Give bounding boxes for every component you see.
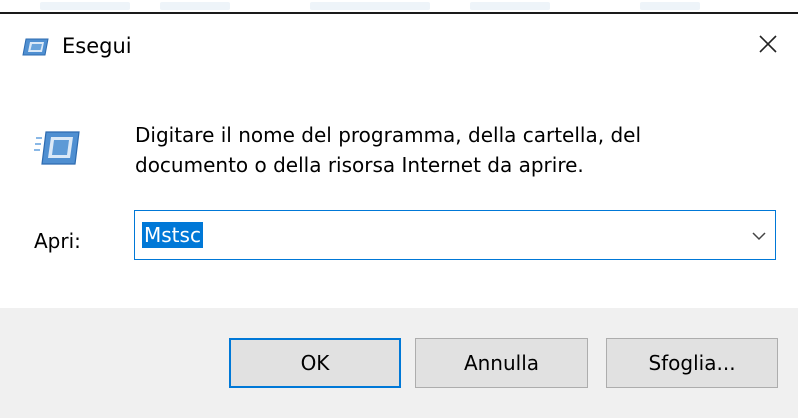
ok-button[interactable]: OK bbox=[229, 338, 401, 388]
close-button[interactable] bbox=[748, 28, 788, 64]
title-bar: Esegui bbox=[0, 14, 798, 74]
close-icon bbox=[759, 35, 777, 57]
background-window-strip bbox=[0, 0, 798, 14]
chevron-down-icon[interactable] bbox=[749, 226, 769, 246]
browse-button[interactable]: Sfoglia... bbox=[606, 338, 778, 388]
open-label: Apri: bbox=[34, 229, 81, 253]
dialog-content: Digitare il nome del programma, della ca… bbox=[0, 74, 798, 308]
open-input[interactable]: Mstsc bbox=[142, 222, 203, 248]
button-bar: OK Annulla Sfoglia... bbox=[0, 308, 798, 418]
cancel-button[interactable]: Annulla bbox=[415, 338, 588, 388]
instruction-text: Digitare il nome del programma, della ca… bbox=[135, 123, 642, 177]
run-icon bbox=[34, 130, 80, 166]
open-combobox[interactable]: Mstsc bbox=[134, 210, 776, 260]
window-title: Esegui bbox=[62, 34, 132, 58]
run-icon bbox=[22, 37, 50, 57]
